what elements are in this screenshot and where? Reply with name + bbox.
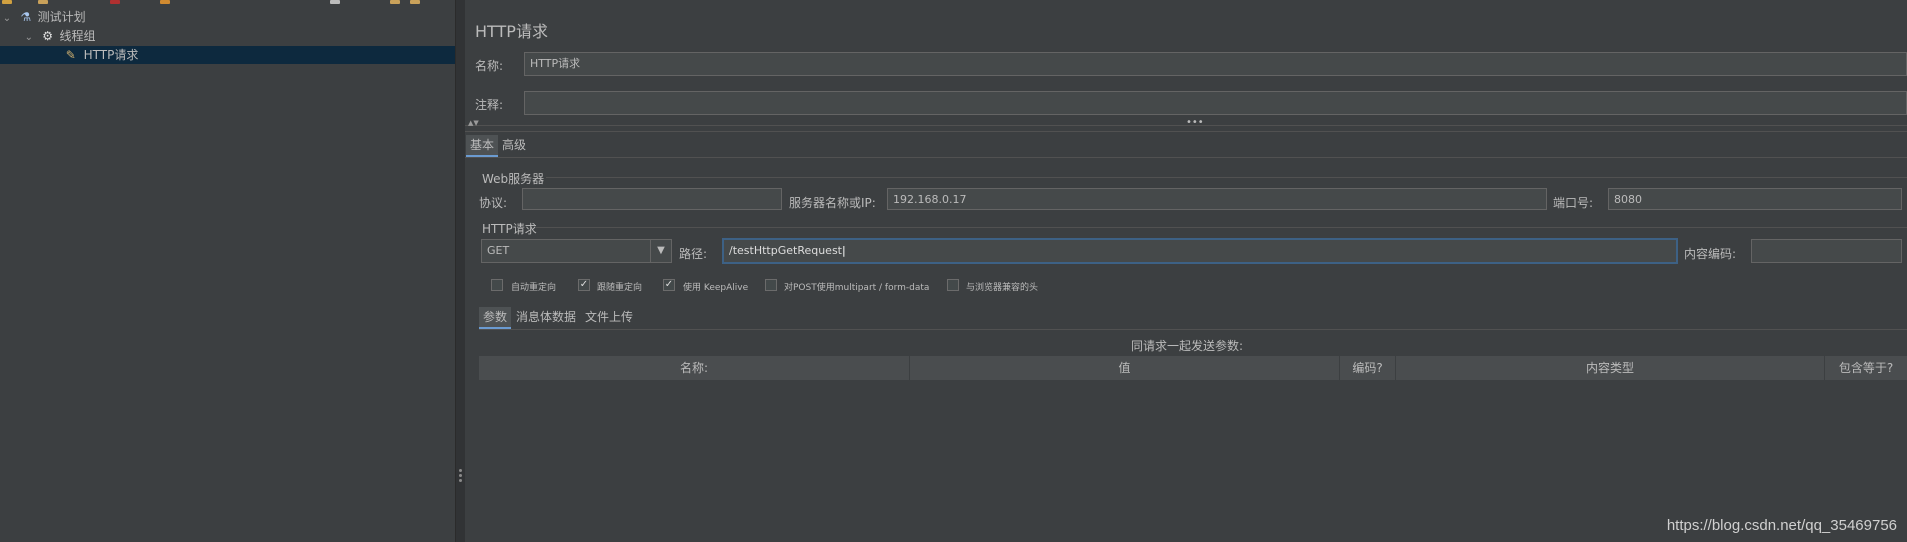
follow-redirect-checkbox[interactable]: ✓: [578, 279, 590, 291]
column-header-content-type[interactable]: 内容类型: [1396, 356, 1825, 380]
tab-basic[interactable]: 基本: [466, 135, 499, 157]
grip-dot: [459, 469, 462, 472]
tree-item-http-request[interactable]: ✎ HTTP请求: [0, 46, 455, 64]
server-label: 服务器名称或IP:: [789, 196, 876, 210]
tree-item-thread-group[interactable]: ⌄ ⚙ 线程组: [0, 27, 455, 45]
text-cursor: |: [842, 244, 846, 257]
port-label: 端口号:: [1553, 196, 1594, 210]
section-line: [536, 227, 1907, 228]
tab-underline: [479, 329, 1907, 330]
column-header-value[interactable]: 值: [910, 356, 1340, 380]
name-field[interactable]: HTTP请求: [524, 52, 1907, 76]
toolbar-button-icon[interactable]: [160, 0, 170, 4]
tab-underline: [465, 157, 1907, 158]
path-value: /testHttpGetRequest: [729, 244, 842, 257]
splitter-handle-icon[interactable]: •••: [1186, 117, 1204, 128]
tree-item-label: 测试计划: [37, 10, 86, 24]
toolbar-button-icon[interactable]: [330, 0, 340, 4]
encoding-label: 内容编码:: [1684, 247, 1737, 261]
toolbar-button-icon[interactable]: [390, 0, 400, 4]
gear-icon: ⚙: [42, 29, 54, 43]
check-icon: ✓: [579, 279, 589, 290]
section-divider: [465, 131, 1907, 132]
column-header-name[interactable]: 名称:: [479, 356, 910, 380]
pipette-icon: ✎: [65, 48, 76, 62]
path-field[interactable]: /testHttpGetRequest|: [722, 238, 1678, 264]
auto-redirect-label: 自动重定向: [511, 283, 557, 293]
method-select[interactable]: GET ▼: [481, 239, 672, 263]
http-request-panel: [465, 0, 1907, 542]
watermark-text: https://blog.csdn.net/qq_35469756: [1666, 517, 1897, 534]
tree-item-test-plan[interactable]: ⌄ ⚗ 测试计划: [0, 8, 455, 26]
follow-redirect-label: 跟随重定向: [597, 283, 643, 293]
params-caption: 同请求一起发送参数:: [1131, 339, 1244, 353]
section-line: [546, 177, 1907, 178]
path-label: 路径:: [679, 247, 708, 261]
column-header-include-equals[interactable]: 包含等于?: [1825, 356, 1907, 380]
name-label: 名称:: [475, 59, 504, 73]
test-plan-tree: ⌄ ⚗ 测试计划 ⌄ ⚙ 线程组 ✎ HTTP请求: [0, 6, 455, 542]
tree-item-label: HTTP请求: [83, 48, 139, 62]
server-field[interactable]: 192.168.0.17: [887, 188, 1547, 210]
column-header-encode[interactable]: 编码?: [1340, 356, 1396, 380]
port-field[interactable]: 8080: [1608, 188, 1902, 210]
keepalive-checkbox[interactable]: ✓: [663, 279, 675, 291]
browser-headers-label: 与浏览器兼容的头: [966, 283, 1039, 293]
comment-label: 注释:: [475, 98, 504, 112]
browser-headers-checkbox[interactable]: [947, 279, 959, 291]
chevron-down-icon[interactable]: ▼: [650, 240, 671, 262]
multipart-label: 对POST使用multipart / form-data: [784, 283, 930, 293]
tab-file-upload[interactable]: 文件上传: [581, 307, 637, 327]
comment-field[interactable]: [524, 91, 1907, 115]
chevron-down-icon[interactable]: ⌄: [22, 29, 36, 47]
protocol-label: 协议:: [479, 196, 508, 210]
toolbar-button-icon[interactable]: [410, 0, 420, 4]
keepalive-label: 使用 KeepAlive: [683, 283, 749, 293]
grip-dot: [459, 474, 462, 477]
web-server-section-title: Web服务器: [482, 172, 545, 186]
multipart-checkbox[interactable]: [765, 279, 777, 291]
flask-icon: ⚗: [20, 10, 32, 24]
tab-body-data[interactable]: 消息体数据: [512, 307, 580, 327]
tab-parameters[interactable]: 参数: [479, 307, 512, 329]
http-request-section-title: HTTP请求: [482, 222, 537, 236]
panel-title: HTTP请求: [475, 22, 548, 41]
tree-item-label: 线程组: [59, 29, 96, 43]
auto-redirect-checkbox[interactable]: [491, 279, 503, 291]
encoding-field[interactable]: [1751, 239, 1902, 263]
method-value: GET: [487, 244, 510, 257]
toolbar-button-icon[interactable]: [38, 0, 48, 4]
toolbar-button-icon[interactable]: [2, 0, 12, 4]
chevron-down-icon[interactable]: ⌄: [0, 10, 14, 28]
protocol-field[interactable]: [522, 188, 782, 210]
tab-advanced[interactable]: 高级: [498, 135, 530, 155]
check-icon: ✓: [664, 279, 674, 290]
toolbar-button-icon[interactable]: [110, 0, 120, 4]
collapse-arrows-icon[interactable]: ▲▼: [468, 119, 479, 127]
grip-dot: [459, 479, 462, 482]
